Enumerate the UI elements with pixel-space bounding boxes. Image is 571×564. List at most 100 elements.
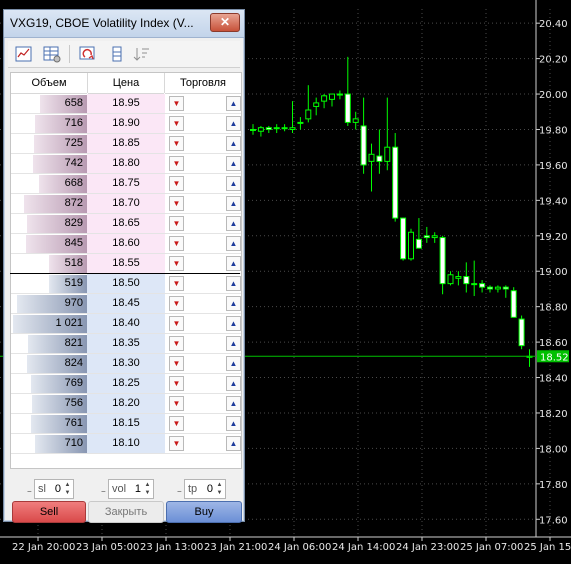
bid-row[interactable]: 519 18.50 ▼ ▲ (11, 274, 241, 294)
buy-limit-icon[interactable]: ▲ (226, 376, 241, 391)
buy-limit-icon[interactable]: ▲ (226, 276, 241, 291)
sell-limit-icon[interactable]: ▼ (169, 336, 184, 351)
ask-row[interactable]: 725 18.85 ▼ ▲ (11, 134, 241, 154)
buy-limit-icon[interactable]: ▲ (226, 196, 241, 211)
sell-limit-icon[interactable]: ▼ (169, 256, 184, 271)
decrement-icon[interactable]: − (101, 483, 107, 496)
ask-row[interactable]: 872 18.70 ▼ ▲ (11, 194, 241, 214)
buy-limit-icon[interactable]: ▲ (226, 396, 241, 411)
bid-row[interactable]: 824 18.30 ▼ ▲ (11, 354, 241, 374)
take-profit-field[interactable]: − tp 0 ▲ ▼ (177, 479, 226, 499)
grid-settings-icon[interactable] (41, 44, 63, 64)
window-titlebar[interactable]: VXG19, CBOE Volatility Index (V... ✕ (4, 10, 244, 38)
sell-limit-icon[interactable]: ▼ (169, 276, 184, 291)
sell-limit-icon[interactable]: ▼ (169, 356, 184, 371)
price-value[interactable]: 18.95 (87, 94, 165, 113)
ask-row[interactable]: 518 18.55 ▼ ▲ (11, 254, 241, 274)
bid-row[interactable]: 821 18.35 ▼ ▲ (11, 334, 241, 354)
bid-row[interactable]: 970 18.45 ▼ ▲ (11, 294, 241, 314)
buy-limit-icon[interactable]: ▲ (226, 416, 241, 431)
chart-icon[interactable] (13, 44, 35, 64)
spinner-arrows-icon[interactable]: ▲ ▼ (215, 481, 224, 497)
bid-row[interactable]: 761 18.15 ▼ ▲ (11, 414, 241, 434)
price-value[interactable]: 18.50 (87, 274, 165, 293)
sell-button[interactable]: Sell (12, 501, 86, 523)
buy-limit-icon[interactable]: ▲ (226, 116, 241, 131)
sell-limit-icon[interactable]: ▼ (169, 176, 184, 191)
price-value[interactable]: 18.25 (87, 374, 165, 393)
price-value[interactable]: 18.35 (87, 334, 165, 353)
price-value[interactable]: 18.55 (87, 254, 165, 273)
window-title: VXG19, CBOE Volatility Index (V... (10, 16, 194, 30)
column-header-trade[interactable]: Торговля (165, 73, 241, 94)
price-value[interactable]: 18.20 (87, 394, 165, 413)
price-value[interactable]: 18.75 (87, 174, 165, 193)
price-value[interactable]: 18.15 (87, 414, 165, 433)
sell-limit-icon[interactable]: ▼ (169, 316, 184, 331)
buy-limit-icon[interactable]: ▲ (226, 216, 241, 231)
volume-value: 821 (64, 337, 83, 349)
ask-row[interactable]: 742 18.80 ▼ ▲ (11, 154, 241, 174)
sell-limit-icon[interactable]: ▼ (169, 376, 184, 391)
take-profit-value[interactable]: 0 (207, 480, 213, 498)
volume-field[interactable]: − vol 1 ▲ ▼ (101, 479, 154, 499)
buy-limit-icon[interactable]: ▲ (226, 336, 241, 351)
close-icon[interactable]: ✕ (210, 13, 240, 32)
ask-row[interactable]: 668 18.75 ▼ ▲ (11, 174, 241, 194)
close-position-button[interactable]: Закрыть (88, 501, 164, 523)
columns-icon[interactable] (106, 44, 128, 64)
decrement-icon[interactable]: − (27, 483, 33, 496)
bid-row[interactable]: 756 18.20 ▼ ▲ (11, 394, 241, 414)
price-value[interactable]: 18.10 (87, 434, 165, 453)
sell-limit-icon[interactable]: ▼ (169, 416, 184, 431)
stop-loss-field[interactable]: − sl 0 ▲ ▼ (27, 479, 74, 499)
ask-row[interactable]: 845 18.60 ▼ ▲ (11, 234, 241, 254)
price-value[interactable]: 18.60 (87, 234, 165, 253)
stop-loss-value[interactable]: 0 (55, 480, 61, 498)
sell-limit-icon[interactable]: ▼ (169, 236, 184, 251)
buy-button[interactable]: Buy (166, 501, 242, 523)
buy-limit-icon[interactable]: ▲ (226, 256, 241, 271)
price-value[interactable]: 18.30 (87, 354, 165, 373)
price-value[interactable]: 18.45 (87, 294, 165, 313)
bid-row[interactable]: 710 18.10 ▼ ▲ (11, 434, 241, 454)
buy-limit-icon[interactable]: ▲ (226, 356, 241, 371)
price-value[interactable]: 18.80 (87, 154, 165, 173)
sort-icon[interactable] (131, 44, 153, 64)
sell-limit-icon[interactable]: ▼ (169, 96, 184, 111)
bid-row[interactable]: 769 18.25 ▼ ▲ (11, 374, 241, 394)
price-value[interactable]: 18.65 (87, 214, 165, 233)
buy-limit-icon[interactable]: ▲ (226, 176, 241, 191)
buy-limit-icon[interactable]: ▲ (226, 296, 241, 311)
sell-limit-icon[interactable]: ▼ (169, 136, 184, 151)
buy-limit-icon[interactable]: ▲ (226, 156, 241, 171)
buy-limit-icon[interactable]: ▲ (226, 136, 241, 151)
price-value[interactable]: 18.70 (87, 194, 165, 213)
volume-value[interactable]: 1 (135, 480, 141, 498)
bid-row[interactable]: 1 021 18.40 ▼ ▲ (11, 314, 241, 334)
sell-limit-icon[interactable]: ▼ (169, 436, 184, 451)
price-value[interactable]: 18.90 (87, 114, 165, 133)
buy-limit-icon[interactable]: ▲ (226, 236, 241, 251)
ask-row[interactable]: 716 18.90 ▼ ▲ (11, 114, 241, 134)
buy-limit-icon[interactable]: ▲ (226, 316, 241, 331)
spinner-arrows-icon[interactable]: ▲ ▼ (63, 481, 72, 497)
trade-cell: ▼ ▲ (165, 214, 241, 233)
ask-row[interactable]: 829 18.65 ▼ ▲ (11, 214, 241, 234)
refresh-icon[interactable] (77, 44, 99, 64)
sell-limit-icon[interactable]: ▼ (169, 296, 184, 311)
buy-limit-icon[interactable]: ▲ (226, 96, 241, 111)
spinner-arrows-icon[interactable]: ▲ ▼ (143, 481, 152, 497)
price-value[interactable]: 18.85 (87, 134, 165, 153)
column-header-volume[interactable]: Объем (11, 73, 87, 94)
sell-limit-icon[interactable]: ▼ (169, 216, 184, 231)
decrement-icon[interactable]: − (177, 483, 183, 496)
buy-limit-icon[interactable]: ▲ (226, 436, 241, 451)
sell-limit-icon[interactable]: ▼ (169, 116, 184, 131)
sell-limit-icon[interactable]: ▼ (169, 156, 184, 171)
column-header-price[interactable]: Цена (88, 73, 164, 94)
sell-limit-icon[interactable]: ▼ (169, 196, 184, 211)
sell-limit-icon[interactable]: ▼ (169, 396, 184, 411)
ask-row[interactable]: 658 18.95 ▼ ▲ (11, 94, 241, 114)
price-value[interactable]: 18.40 (87, 314, 165, 333)
